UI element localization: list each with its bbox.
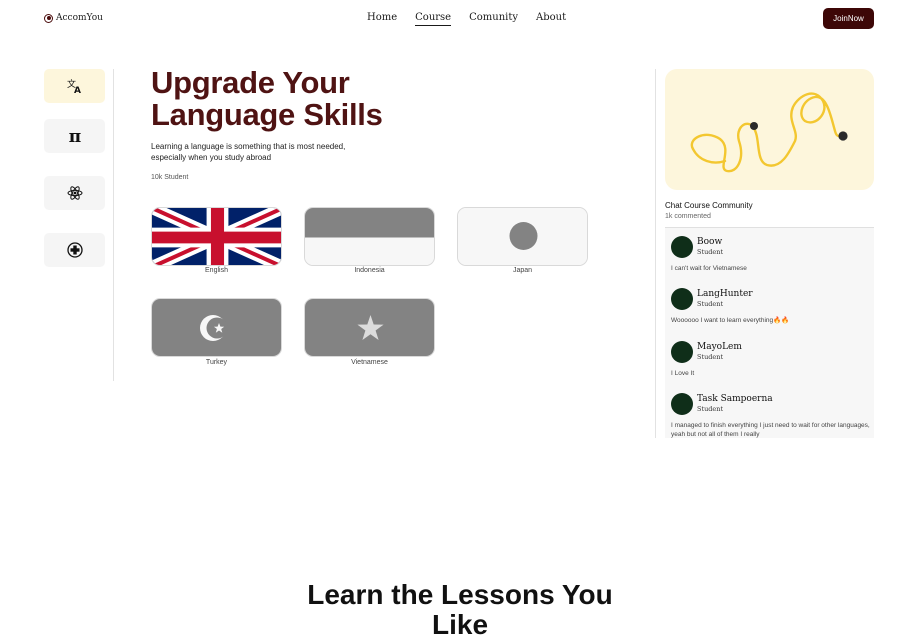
comment-text: Woooooo I want to learn everything🔥🔥 [671, 317, 790, 324]
svg-text:π: π [68, 128, 80, 144]
uk-flag-icon [152, 208, 281, 265]
nav-about[interactable]: About [536, 12, 566, 26]
vietnam-flag-icon [305, 299, 434, 356]
main-nav: Home Course Comunity About [367, 12, 566, 26]
language-card-vietnamese[interactable] [304, 298, 435, 357]
right-panel-divider [655, 69, 656, 438]
language-label-indonesia: Indonesia [354, 267, 385, 274]
comment-author: Task Sampoerna [697, 394, 773, 404]
comment-author: LangHunter [697, 289, 753, 299]
nav-home[interactable]: Home [367, 12, 397, 26]
join-now-button[interactable]: JoinNow [823, 8, 874, 29]
sidebar-item-science[interactable] [44, 176, 105, 210]
brand-logo[interactable]: AccomYou [44, 13, 103, 23]
comment-role: Student [697, 353, 724, 361]
comment-text: I can't wait for Vietnamese [671, 265, 747, 272]
sidebar-item-language[interactable]: 文 A [44, 69, 105, 103]
language-label-vietnamese: Vietnamese [351, 359, 388, 366]
page-title-line2: Language Skills [151, 97, 383, 132]
brand-name: AccomYou [56, 13, 103, 23]
nav-community[interactable]: Comunity [469, 12, 518, 26]
avatar[interactable] [671, 288, 693, 310]
language-card-japan[interactable] [457, 207, 588, 266]
turkey-flag-icon [152, 299, 281, 356]
community-illustration [665, 69, 874, 190]
logo-mark-icon [44, 13, 53, 23]
sidebar-item-math[interactable]: π [44, 119, 105, 153]
nav-course[interactable]: Course [415, 12, 452, 26]
comment-author: Boow [697, 237, 723, 247]
student-count: 10k Student [151, 174, 189, 181]
avatar[interactable] [671, 341, 693, 363]
atom-icon [67, 186, 82, 200]
squiggle-illustration-icon [690, 92, 848, 173]
sidebar-divider [113, 69, 114, 381]
japan-flag-icon [458, 208, 587, 265]
lessons-section-title: Learn the Lessons You Like [307, 579, 613, 640]
translate-icon: 文 A [67, 78, 81, 94]
page-title-line1: Upgrade Your [151, 65, 350, 100]
avatar[interactable] [671, 236, 693, 258]
sidebar-item-health[interactable] [44, 233, 105, 267]
community-comment-count: 1k commented [665, 213, 711, 220]
pi-icon: π [68, 128, 80, 144]
medical-cross-icon [66, 242, 83, 258]
svg-text:A: A [74, 86, 81, 94]
comment-role: Student [697, 248, 724, 256]
comment-text: I managed to finish everything I just ne… [671, 422, 870, 438]
avatar[interactable] [671, 393, 693, 415]
indonesia-flag-icon [305, 208, 434, 265]
language-card-turkey[interactable] [151, 298, 282, 357]
page-title: Upgrade Your Language Skills [151, 67, 481, 131]
comment-role: Student [697, 405, 724, 413]
language-card-english[interactable] [151, 207, 282, 266]
hero-subtitle: Learning a language is something that is… [151, 142, 346, 162]
language-label-english: English [205, 267, 228, 274]
language-label-turkey: Turkey [205, 359, 228, 366]
language-card-indonesia[interactable] [304, 207, 435, 266]
community-chat-panel[interactable]: Boow Student I can't wait for Vietnamese… [665, 227, 874, 438]
comment-author: MayoLem [697, 342, 742, 352]
language-label-japan: Japan [512, 267, 533, 274]
community-title: Chat Course Community [665, 201, 753, 210]
comment-text: I Love It [671, 370, 695, 377]
comment-role: Student [697, 300, 724, 308]
